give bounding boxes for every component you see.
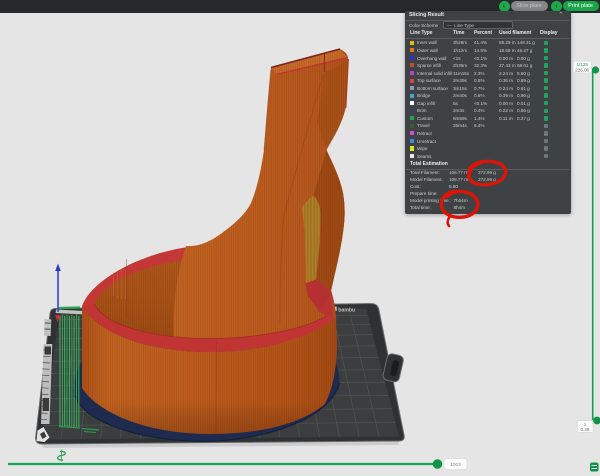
svg-text:bambu: bambu <box>338 307 355 313</box>
svg-text:1: 1 <box>584 422 587 427</box>
svg-text:226.00: 226.00 <box>575 68 589 73</box>
svg-text:0.28: 0.28 <box>581 427 590 432</box>
svg-text:1003: 1003 <box>450 462 461 468</box>
svg-text:1/125: 1/125 <box>576 62 588 67</box>
